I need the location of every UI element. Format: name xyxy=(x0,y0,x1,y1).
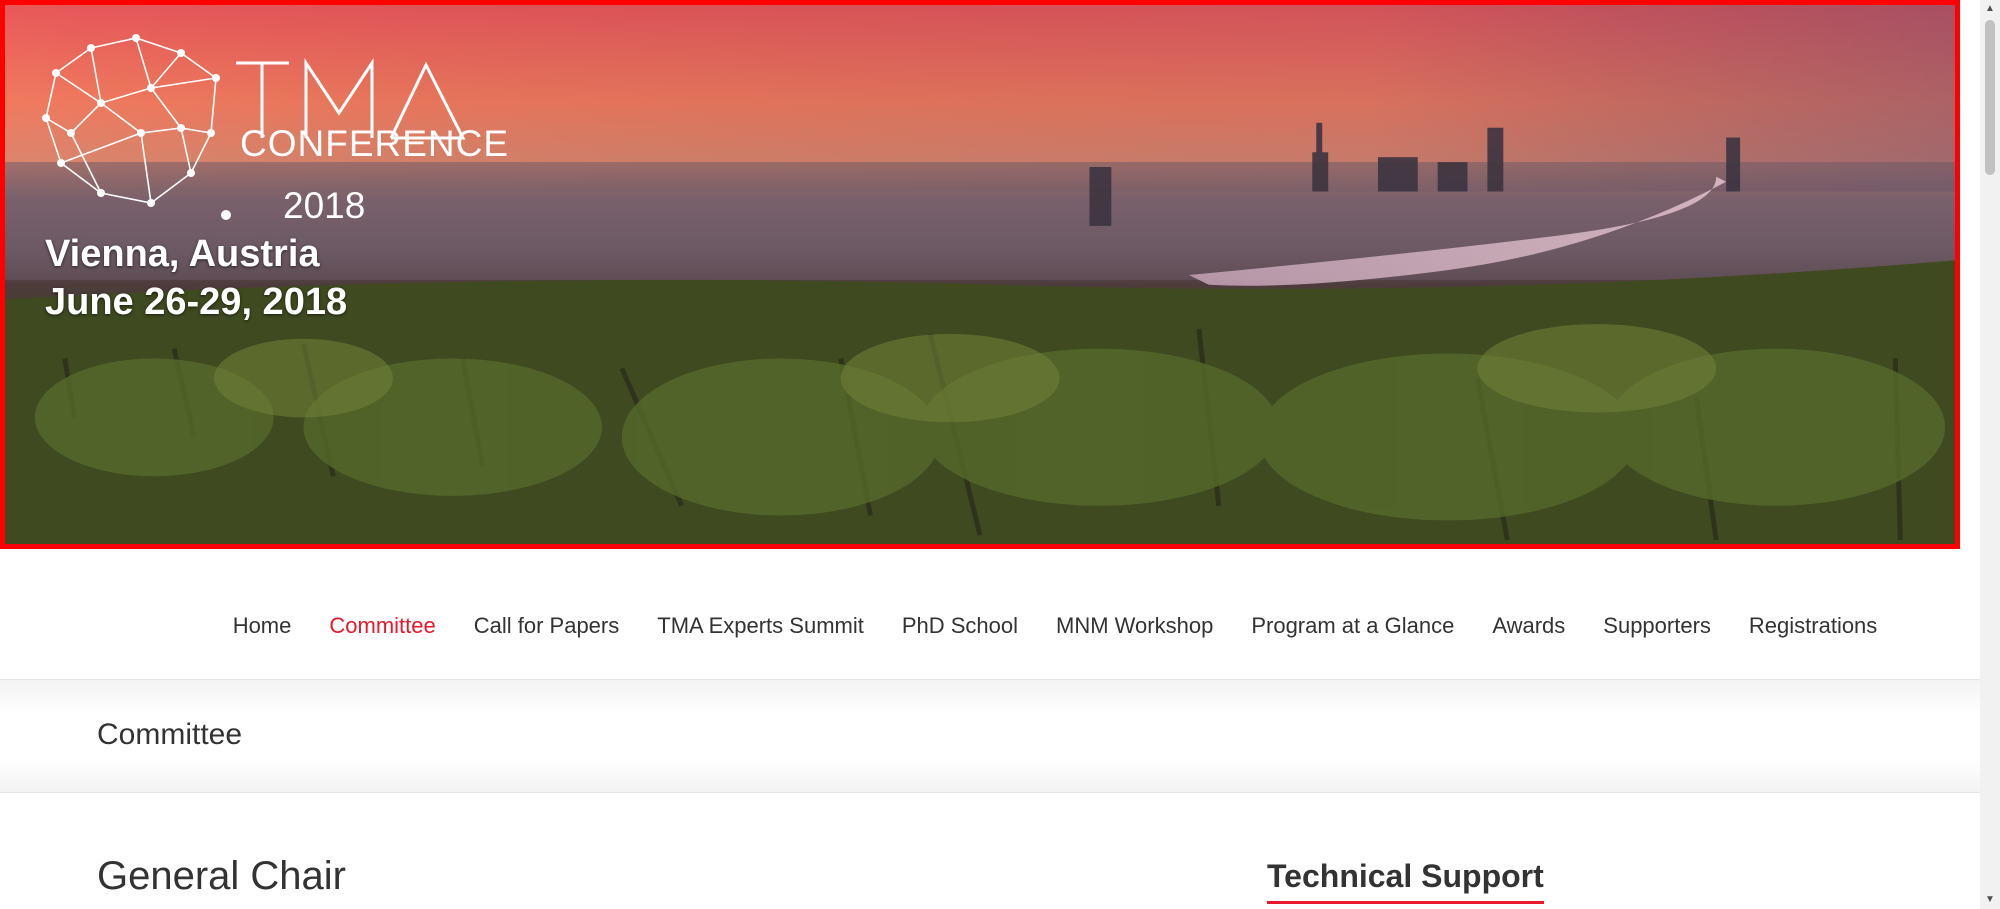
conference-location: Vienna, Austria xyxy=(45,233,320,275)
nav-item-program-at-a-glance[interactable]: Program at a Glance xyxy=(1232,613,1473,639)
sidebar-heading-technical-support: Technical Support xyxy=(1267,858,1544,904)
nav-item-mnm-workshop[interactable]: MNM Workshop xyxy=(1037,613,1232,639)
nav-item-phd-school[interactable]: PhD School xyxy=(883,613,1037,639)
nav-item-supporters[interactable]: Supporters xyxy=(1584,613,1730,639)
page-title: Committee xyxy=(97,718,243,751)
scroll-up-arrow-icon[interactable]: ▲ xyxy=(1980,0,2000,18)
nav-item-committee[interactable]: Committee xyxy=(310,613,454,639)
nav-menu: Home Committee Call for Papers TMA Exper… xyxy=(0,613,1980,639)
header-banner[interactable]: CONFERENCE 2018 Vienna, Austria June 26-… xyxy=(0,0,1960,549)
scrollbar-thumb[interactable] xyxy=(1985,20,1995,175)
conference-dates: June 26-29, 2018 xyxy=(45,281,348,323)
main-navigation: Home Committee Call for Papers TMA Exper… xyxy=(0,549,1980,680)
page-title-band: Committee xyxy=(0,680,1980,793)
nav-item-home[interactable]: Home xyxy=(214,613,311,639)
section-heading-general-chair: General Chair xyxy=(97,854,347,898)
page-scrollbar[interactable]: ▲ ▼ xyxy=(1980,0,2000,909)
logo-year: 2018 xyxy=(283,185,366,226)
logo-word: CONFERENCE xyxy=(240,123,510,164)
nav-item-call-for-papers[interactable]: Call for Papers xyxy=(455,613,639,639)
scroll-down-arrow-icon[interactable]: ▼ xyxy=(1980,891,2000,909)
nav-item-awards[interactable]: Awards xyxy=(1473,613,1584,639)
nav-item-registrations[interactable]: Registrations xyxy=(1730,613,1896,639)
nav-item-tma-experts-summit[interactable]: TMA Experts Summit xyxy=(638,613,883,639)
